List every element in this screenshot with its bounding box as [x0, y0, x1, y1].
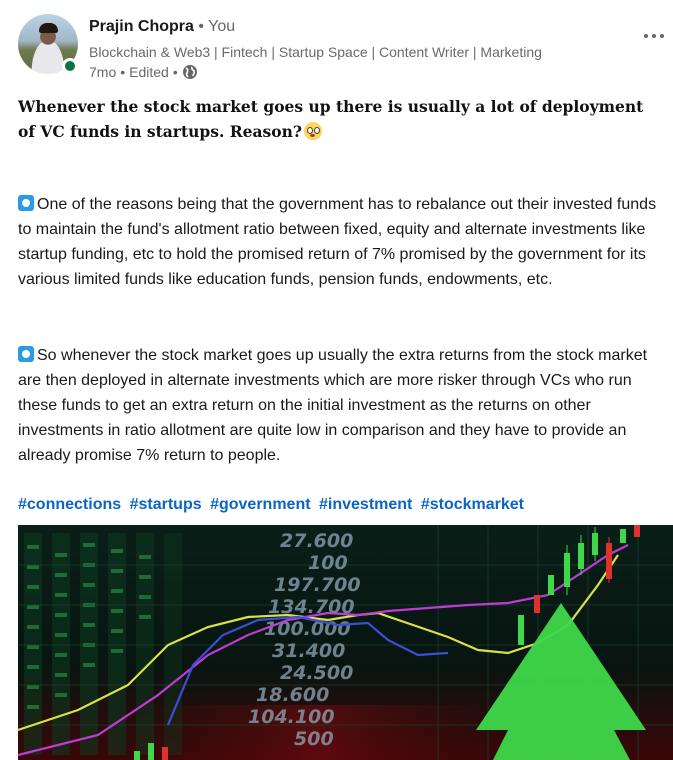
- dot-icon: [660, 34, 664, 38]
- ticker-number-5: 100.000: [264, 618, 351, 640]
- stock-market-illustration: 27.600 100 197.700 134.700 100.000 31.40…: [18, 525, 673, 760]
- paragraph-1-text: One of the reasons being that the govern…: [18, 196, 657, 288]
- post-title-text: Whenever the stock market goes up there …: [18, 97, 644, 141]
- post-age: 7mo: [89, 64, 117, 80]
- dot-icon: [644, 34, 648, 38]
- ticker-number-8: 18.600: [256, 684, 329, 706]
- ticker-number-3: 197.700: [274, 574, 361, 596]
- author-relation: You: [208, 18, 236, 35]
- post-header: Prajin Chopra • You Blockchain & Web3 | …: [18, 14, 664, 84]
- ticker-number-1: 27.600: [280, 530, 353, 552]
- author-headline: Blockchain & Web3 | Fintech | Startup Sp…: [89, 44, 542, 60]
- ticker-number-10: 500: [294, 728, 334, 750]
- meta-separator-1: •: [120, 64, 126, 80]
- dot-icon: [652, 34, 656, 38]
- flushed-face-emoji-icon: [303, 122, 322, 140]
- edited-label: Edited: [129, 64, 169, 80]
- online-status-dot: [62, 58, 78, 74]
- post-card: Prajin Chopra • You Blockchain & Web3 | …: [0, 0, 673, 760]
- ticker-number-7: 24.500: [280, 662, 353, 684]
- blue-square-bullet-icon: [18, 346, 34, 362]
- ticker-number-2: 100: [308, 552, 348, 574]
- name-separator: •: [198, 18, 204, 35]
- author-line: Prajin Chopra • You: [89, 18, 235, 36]
- ticker-number-9: 104.100: [248, 706, 335, 728]
- hashtag-connections[interactable]: #connections: [18, 496, 121, 513]
- post-meta: 7mo • Edited •: [89, 64, 198, 80]
- post-image[interactable]: 27.600 100 197.700 134.700 100.000 31.40…: [18, 525, 673, 760]
- blue-square-bullet-icon: [18, 195, 34, 211]
- post-title: Whenever the stock market goes up there …: [18, 94, 658, 144]
- avatar-hair: [39, 23, 58, 33]
- globe-icon: [182, 64, 198, 80]
- post-paragraph-2: So whenever the stock market goes up usu…: [18, 343, 658, 468]
- hashtag-list: #connections #startups #government #inve…: [18, 494, 528, 516]
- more-options-button[interactable]: [636, 24, 672, 48]
- hashtag-startups[interactable]: #startups: [130, 496, 202, 513]
- author-name[interactable]: Prajin Chopra: [89, 18, 194, 35]
- meta-separator-2: •: [172, 64, 178, 80]
- hashtag-stockmarket[interactable]: #stockmarket: [421, 496, 524, 513]
- hashtag-government[interactable]: #government: [210, 496, 310, 513]
- ticker-number-6: 31.400: [272, 640, 345, 662]
- hashtag-investment[interactable]: #investment: [319, 496, 412, 513]
- paragraph-2-text: So whenever the stock market goes up usu…: [18, 347, 648, 464]
- post-paragraph-1: One of the reasons being that the govern…: [18, 192, 658, 292]
